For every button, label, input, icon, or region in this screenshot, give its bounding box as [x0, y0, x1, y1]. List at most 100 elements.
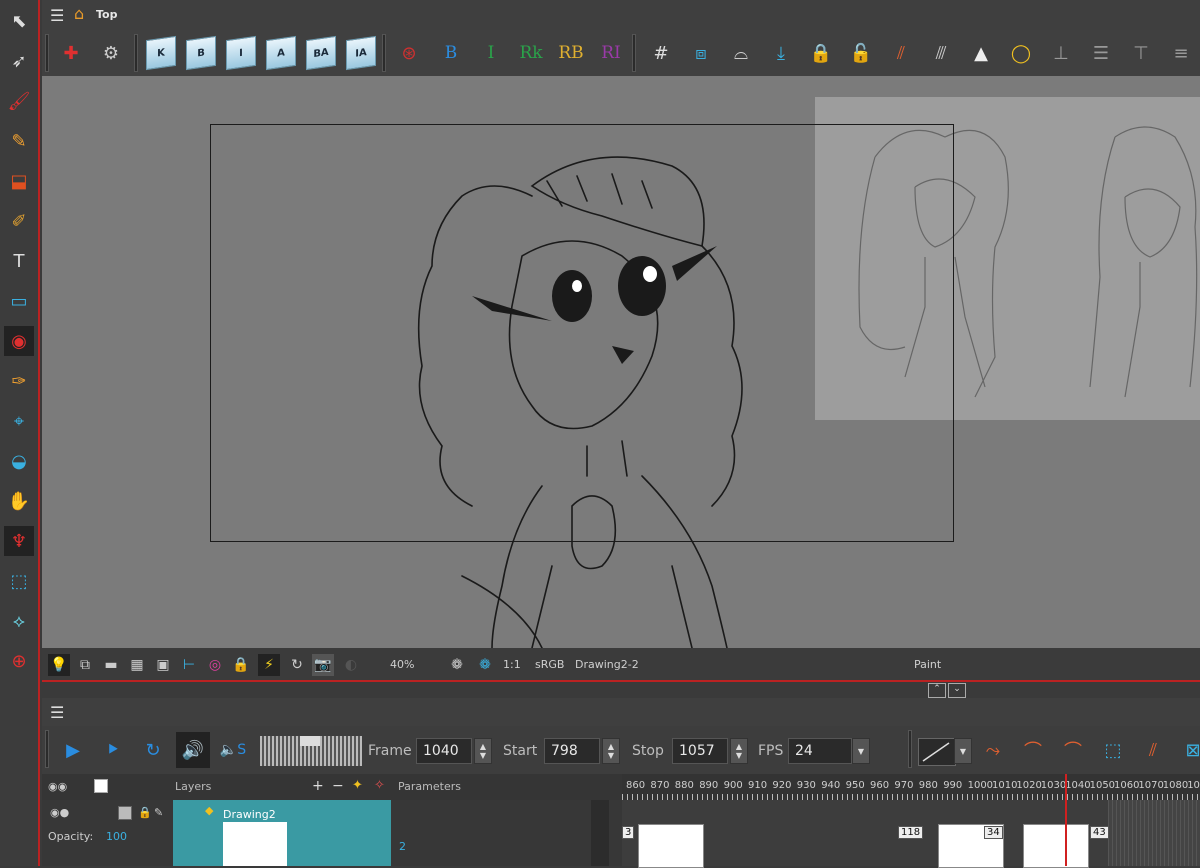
safe-area-icon[interactable]: ⧈: [686, 38, 716, 68]
play-selection-icon[interactable]: ⯈: [98, 735, 128, 765]
layer-row-drawing2[interactable]: ◆ Drawing2: [173, 800, 391, 866]
remove-layer-icon[interactable]: −: [332, 778, 344, 794]
art-layer-i-button[interactable]: I: [226, 35, 256, 71]
merge-down-icon[interactable]: ⤓: [766, 38, 796, 68]
playback-speed-slider[interactable]: [260, 736, 362, 766]
art-layer-b-button[interactable]: B: [186, 35, 216, 71]
art-layer-k-button[interactable]: K: [146, 35, 176, 71]
opacity-value[interactable]: 100: [106, 830, 127, 843]
frame-ruler[interactable]: 860 870 880 890 900 910 920 930 940 950 960 970 980 9…: [622, 774, 1200, 800]
ruler-icon[interactable]: ⫽: [886, 38, 916, 68]
add-peg-icon[interactable]: ✧: [374, 778, 385, 793]
loop-icon[interactable]: ↻: [138, 735, 168, 765]
drawing-canvas[interactable]: [42, 76, 1200, 648]
play-icon[interactable]: ▶: [58, 735, 88, 765]
rectangle-icon[interactable]: ▭: [4, 286, 34, 316]
interpolate-icon[interactable]: ⫽: [1138, 735, 1168, 765]
onion-skin-icon[interactable]: ⌓: [726, 38, 756, 68]
layer-name[interactable]: Drawing2: [223, 808, 276, 821]
add-effect-icon[interactable]: ✦: [352, 778, 363, 793]
contour-editor-icon[interactable]: ➶: [4, 46, 34, 76]
expand-up-icon[interactable]: ⌃: [928, 683, 946, 698]
parameter-value[interactable]: 2: [399, 840, 406, 853]
frame-stepper[interactable]: ▲ ▼: [474, 738, 492, 764]
transform-icon[interactable]: ⬚: [4, 566, 34, 596]
color-swatch-icon[interactable]: [94, 779, 108, 793]
color-layer-i-button[interactable]: I: [476, 38, 506, 68]
layers-view-icon[interactable]: ⧉: [74, 654, 96, 676]
exposure-thumbnail[interactable]: [1023, 824, 1089, 868]
layer-stack-icon[interactable]: ☰: [1086, 38, 1116, 68]
lock-icon[interactable]: 🔒: [806, 38, 836, 68]
settings-flower-icon[interactable]: ❁: [446, 654, 468, 676]
ease-in-icon[interactable]: ⌒: [1018, 735, 1048, 765]
cutter-icon[interactable]: ⟡: [4, 606, 34, 636]
color-space[interactable]: sRGB: [535, 658, 564, 671]
morph-icon[interactable]: ◒: [4, 446, 34, 476]
sound-icon[interactable]: 🔊: [176, 732, 210, 768]
light-bulb-icon[interactable]: 💡: [48, 654, 70, 676]
peg-icon[interactable]: ⊢: [178, 654, 200, 676]
layer-visibility-icon[interactable]: ◉●: [50, 806, 69, 819]
layer-down-icon[interactable]: ⊤: [1126, 38, 1156, 68]
pivot-icon[interactable]: ⌖: [4, 406, 34, 436]
unlock-icon[interactable]: 🔓: [846, 38, 876, 68]
grid-icon[interactable]: #: [646, 38, 676, 68]
quality-flower-icon[interactable]: ❁: [474, 654, 496, 676]
fps-field[interactable]: 24: [788, 738, 852, 764]
menu-icon[interactable]: ☰: [50, 6, 64, 25]
measure-icon[interactable]: ⫻: [926, 38, 956, 68]
keyframe-icon[interactable]: ⬚: [1098, 735, 1128, 765]
stop-field[interactable]: 1057: [672, 738, 728, 764]
paint-bucket-icon[interactable]: ◉: [4, 326, 34, 356]
color-layer-rk-button[interactable]: Rk: [516, 38, 546, 68]
safe-area-view-icon[interactable]: ▣: [152, 654, 174, 676]
rotate-view-icon[interactable]: ↻: [286, 654, 308, 676]
fps-dropdown-arrow[interactable]: ▼: [852, 738, 870, 764]
brush-icon[interactable]: 🖌: [4, 86, 34, 116]
layer-edit-icon[interactable]: ✎: [154, 806, 163, 819]
lightning-icon[interactable]: ⚡: [258, 654, 280, 676]
frame-view-icon[interactable]: ▬: [100, 654, 122, 676]
eraser-icon[interactable]: ✐: [4, 206, 34, 236]
frame-field[interactable]: 1040: [416, 738, 472, 764]
color-wheel-icon[interactable]: ⊛: [394, 38, 424, 68]
expand-down-icon[interactable]: ⌄: [948, 683, 966, 698]
interpolation-select[interactable]: [918, 738, 956, 766]
start-field[interactable]: 798: [544, 738, 600, 764]
zoom-level[interactable]: 40%: [390, 658, 414, 671]
art-layer-a-button[interactable]: A: [266, 35, 296, 71]
color-layer-b-button[interactable]: B: [436, 38, 466, 68]
camera-icon[interactable]: 📷: [312, 654, 334, 676]
zoom-icon[interactable]: ⊕: [4, 646, 34, 676]
rigging-icon[interactable]: ♆: [4, 526, 34, 556]
mirror-icon[interactable]: ◯: [1006, 38, 1036, 68]
pixel-ratio[interactable]: 1:1: [503, 658, 521, 671]
sound-scrub-icon[interactable]: 🔈S: [218, 735, 248, 765]
layer-color-icon[interactable]: [118, 806, 132, 820]
art-layer-ba-button[interactable]: BA: [306, 35, 336, 71]
home-icon[interactable]: ⌂: [74, 4, 84, 23]
layer-lock-icon[interactable]: 🔒: [138, 806, 152, 819]
light-icon[interactable]: ▲: [966, 38, 996, 68]
xsheet-frames[interactable]: 3 118 34 43: [622, 800, 1200, 868]
playhead[interactable]: [1065, 774, 1068, 866]
hand-icon[interactable]: ✋: [4, 486, 34, 516]
color-layer-ri-button[interactable]: RI: [596, 38, 626, 68]
dropper-icon[interactable]: ✑: [4, 366, 34, 396]
add-drawing-icon[interactable]: ✚: [56, 38, 86, 68]
show-all-icon[interactable]: ◉◉: [48, 780, 67, 793]
art-layer-ia-button[interactable]: IA: [346, 35, 376, 71]
toolbar-grip[interactable]: [45, 34, 49, 72]
breadcrumb[interactable]: Top: [96, 8, 117, 21]
select-icon[interactable]: ⬉: [4, 6, 34, 36]
gear-icon[interactable]: ⚙: [96, 38, 126, 68]
render-icon[interactable]: ◐: [340, 654, 362, 676]
toolbar-grip[interactable]: [45, 730, 49, 768]
stop-stepper[interactable]: ▲ ▼: [730, 738, 748, 764]
timeline-menu-icon[interactable]: ☰: [50, 703, 64, 722]
layer-up-icon[interactable]: ⊥: [1046, 38, 1076, 68]
ease-curve-icon[interactable]: ⤳: [978, 735, 1008, 765]
text-icon[interactable]: T: [4, 246, 34, 276]
interpolation-dropdown-arrow[interactable]: ▼: [954, 738, 972, 764]
